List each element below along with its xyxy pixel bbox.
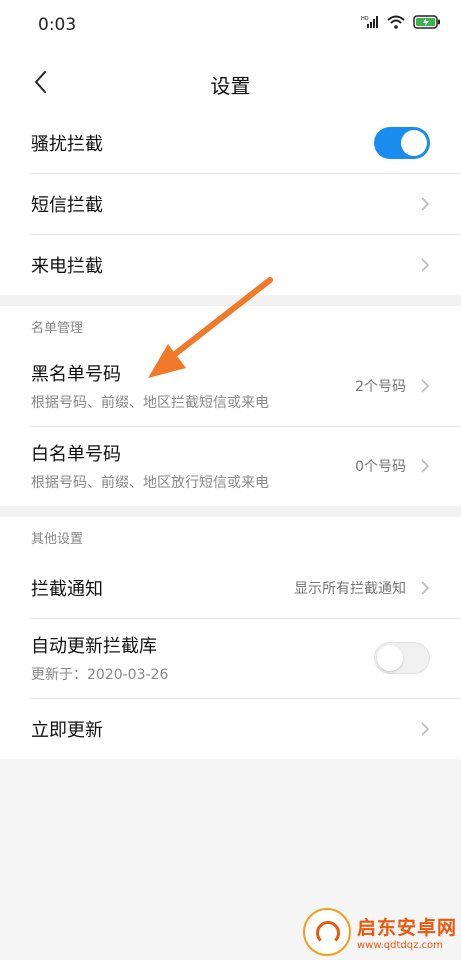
status-bar: 0:03 HD — [0, 0, 461, 52]
row-value: 显示所有拦截通知 — [294, 580, 406, 597]
list-management-section: 名单管理 黑名单号码 根据号码、前缀、地区拦截短信或来电 2个号码 白名单号码 … — [0, 306, 461, 506]
row-title: 骚扰拦截 — [31, 133, 103, 155]
section-header: 名单管理 — [0, 306, 461, 346]
row-update-now[interactable]: 立即更新 — [0, 698, 461, 759]
row-whitelist[interactable]: 白名单号码 根据号码、前缀、地区放行短信或来电 0个号码 — [0, 426, 461, 506]
chevron-right-icon — [421, 196, 430, 211]
interception-section: 骚扰拦截 短信拦截 来电拦截 — [0, 112, 461, 295]
row-value: 0个号码 — [355, 459, 406, 475]
toggle-knob — [377, 645, 403, 671]
row-title: 自动更新拦截库 — [31, 636, 157, 657]
svg-text:HD: HD — [361, 16, 369, 22]
header: 设置 — [0, 52, 461, 112]
harassment-interception-toggle[interactable] — [374, 126, 430, 159]
auto-update-toggle[interactable] — [374, 642, 430, 674]
chevron-right-icon — [421, 379, 430, 393]
row-title: 立即更新 — [31, 719, 103, 741]
watermark-logo-icon — [302, 908, 351, 956]
wifi-icon — [387, 15, 405, 29]
row-title: 短信拦截 — [31, 194, 103, 216]
chevron-right-icon — [421, 721, 430, 736]
section-gap — [0, 295, 461, 306]
row-blacklist[interactable]: 黑名单号码 根据号码、前缀、地区拦截短信或来电 2个号码 — [0, 346, 461, 426]
row-sms-interception[interactable]: 短信拦截 — [0, 173, 461, 234]
signal-icon: HD — [361, 16, 378, 28]
toggle-knob — [401, 129, 427, 156]
row-title: 黑名单号码 — [31, 364, 121, 385]
row-subtitle: 根据号码、前缀、地区放行短信或来电 — [31, 475, 269, 491]
row-subtitle: 根据号码、前缀、地区拦截短信或来电 — [31, 395, 269, 411]
row-interception-notification[interactable]: 拦截通知 显示所有拦截通知 — [0, 557, 461, 618]
status-time: 0:03 — [38, 15, 77, 35]
watermark-title: 启东安卓网 — [356, 917, 457, 939]
row-title: 白名单号码 — [31, 444, 121, 465]
section-header: 其他设置 — [0, 517, 461, 557]
row-title: 来电拦截 — [31, 255, 103, 277]
battery-charging-icon — [413, 15, 440, 29]
watermark-url: www.qdtdqz.com — [356, 940, 443, 951]
status-icons: HD — [361, 15, 441, 29]
chevron-right-icon — [421, 459, 430, 473]
section-gap — [0, 506, 461, 517]
row-value: 2个号码 — [355, 379, 406, 395]
row-title: 拦截通知 — [31, 578, 103, 600]
row-auto-update-library[interactable]: 自动更新拦截库 更新于：2020-03-26 — [0, 618, 461, 698]
other-settings-section: 其他设置 拦截通知 显示所有拦截通知 自动更新拦截库 更新于：2020-03-2… — [0, 517, 461, 759]
page-title: 设置 — [210, 74, 251, 98]
row-harassment-interception[interactable]: 骚扰拦截 — [0, 112, 461, 173]
row-subtitle: 更新于：2020-03-26 — [31, 667, 169, 683]
chevron-right-icon — [421, 580, 430, 595]
row-call-interception[interactable]: 来电拦截 — [0, 234, 461, 295]
chevron-right-icon — [421, 257, 430, 272]
watermark: 启东安卓网 www.qdtdqz.com — [302, 908, 457, 956]
